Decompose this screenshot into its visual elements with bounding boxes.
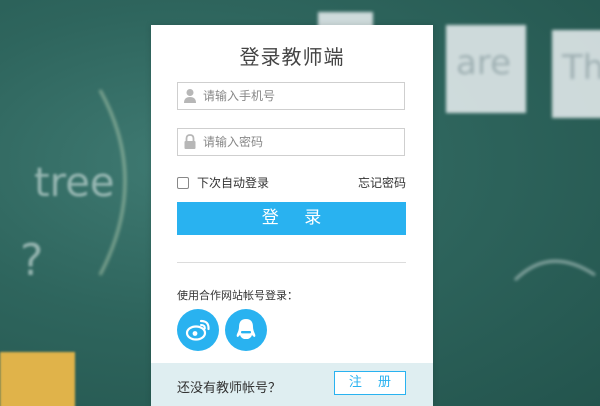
register-button[interactable]: 注 册 [334,371,406,395]
pencil-decoration [0,352,75,406]
remember-checkbox[interactable] [177,176,189,189]
background-card-are: are [446,25,526,113]
remember-me[interactable]: 下次自动登录 [177,174,269,191]
forgot-password-link[interactable]: 忘记密码 [358,174,406,191]
page-title: 登录教师端 [239,45,345,69]
chalk-question-mark: ? [20,235,44,286]
password-input[interactable] [203,129,398,155]
background-card-th: Th [552,30,600,118]
qq-login-button[interactable] [225,309,267,351]
divider [177,262,406,263]
user-icon [184,89,196,103]
qq-icon [236,319,256,339]
chalk-curve [98,89,127,276]
phone-field[interactable] [177,82,405,110]
lock-icon [184,134,196,149]
partner-login-label: 使用合作网站帐号登录： [177,289,298,302]
weibo-icon [185,319,210,341]
background-card-text-are: are [456,43,511,83]
password-field[interactable] [177,128,405,156]
register-bar: 还没有教师帐号？ 注 册 [151,363,433,406]
login-panel: 登录教师端 下次自动登录 忘记密码 登 录 使用合作网站帐号登录： [151,25,433,406]
chalk-wave [513,259,596,282]
no-account-text: 还没有教师帐号？ [177,381,282,396]
login-button[interactable]: 登 录 [177,202,406,235]
background-card-text-th: Th [562,48,600,88]
phone-input[interactable] [203,83,398,109]
weibo-login-button[interactable] [177,309,219,351]
remember-label[interactable]: 下次自动登录 [197,174,269,191]
